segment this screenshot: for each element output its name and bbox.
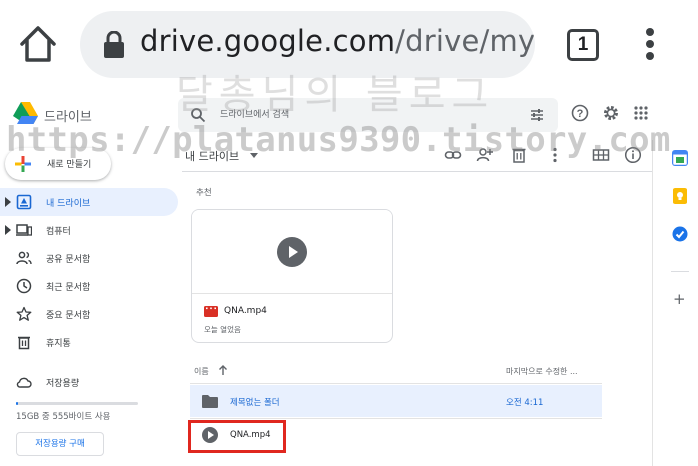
side-panel-divider [671,271,689,272]
play-icon [277,237,307,267]
storage-usage-bar [16,402,138,405]
search-bar[interactable] [178,98,558,132]
suggested-file-card[interactable]: QNA.mp4 오늘 열었음 [191,209,393,343]
location-title[interactable]: 내 드라이브 [185,148,239,164]
side-apps-panel: + [652,140,698,466]
storage-usage-fill [16,402,19,405]
drive-app-title: 드라이브 [44,110,92,125]
get-link-icon[interactable] [444,146,462,164]
main-content: 내 드라이브 추천 QNA.mp4 오늘 열었음 이름 마지막으로 수정한 ..… [182,140,652,466]
home-icon [20,26,56,62]
settings-gear-icon[interactable] [602,104,620,122]
google-drive-logo-icon[interactable] [13,102,38,124]
sidebar-item-label: 저장용량 [46,379,80,389]
folder-icon [202,395,218,408]
url-path: /drive/my· [395,24,535,58]
lock-icon [104,31,124,58]
trash-icon[interactable] [510,146,528,164]
new-button[interactable]: 새로 만들기 [5,148,111,180]
buy-storage-button[interactable]: 저장용량 구매 [16,432,104,456]
search-input[interactable] [220,98,510,132]
sidebar-item-label: 휴지통 [46,339,71,349]
tab-switcher-button[interactable]: 1 [567,29,599,61]
sidebar-item-starred[interactable]: 중요 문서함 [0,300,178,328]
new-button-label: 새로 만들기 [47,160,92,170]
arrow-up-icon[interactable] [218,364,228,376]
toolbar-divider [182,171,652,172]
address-bar[interactable]: drive.google.com/drive/my· [80,11,535,78]
storage-usage-text: 15GB 중 555바이트 사용 [16,412,111,422]
sidebar-item-trash[interactable]: 휴지통 [0,328,178,356]
trash-icon [18,336,30,350]
sidebar-item-label: 컴퓨터 [46,227,71,237]
column-header-modified[interactable]: 마지막으로 수정한 ... [506,366,578,377]
video-file-icon [204,306,218,317]
sidebar-item-my-drive[interactable]: 내 드라이브 [0,188,178,216]
more-vert-icon[interactable] [546,146,564,164]
chevron-down-icon[interactable] [250,153,258,158]
table-row[interactable]: 제목없는 폴더 오전 4:11 [190,385,602,417]
row-file-name: QNA.mp4 [230,430,271,440]
sidebar-item-computers[interactable]: 컴퓨터 [0,216,178,244]
url-host: drive.google.com [140,24,396,58]
search-options-icon[interactable] [529,107,545,123]
card-subtitle: 오늘 열었음 [204,325,241,334]
caret-right-icon[interactable] [5,225,11,235]
add-addon-plus-icon[interactable]: + [673,290,686,308]
share-add-person-icon[interactable] [476,146,494,164]
apps-grid-icon[interactable] [632,104,650,122]
computer-icon [16,224,32,236]
my-drive-icon [16,194,32,210]
cloud-icon [16,377,32,388]
caret-right-icon[interactable] [5,197,11,207]
sidebar-item-label: 최근 문서함 [46,283,91,293]
grid-view-icon[interactable] [592,146,610,164]
video-play-icon [202,427,218,443]
sidebar-item-label: 중요 문서함 [46,311,91,321]
suggested-section-label: 추천 [196,188,212,198]
home-button[interactable] [16,20,60,68]
drive-header: 드라이브 ? [0,92,698,140]
sidebar-item-label: 공유 문서함 [46,255,91,265]
help-icon[interactable]: ? [571,104,589,122]
shared-icon [16,251,32,265]
sidebar-item-shared[interactable]: 공유 문서함 [0,244,178,272]
tasks-icon[interactable] [672,226,688,242]
browser-menu-icon[interactable] [640,28,660,62]
left-sidebar: 새로 만들기 내 드라이브 컴퓨터 공유 문서함 최근 문서함 중요 문서함 휴… [0,140,182,466]
sidebar-item-storage[interactable]: 저장용량 [0,368,178,396]
browser-toolbar: drive.google.com/drive/my· 1 [0,0,698,92]
sidebar-item-recent[interactable]: 최근 문서함 [0,272,178,300]
row-file-name: 제목없는 폴더 [230,398,280,408]
table-row[interactable]: QNA.mp4 [190,419,602,451]
calendar-icon[interactable] [672,150,688,166]
recent-clock-icon [16,278,32,294]
search-icon[interactable] [190,107,206,123]
row-modified-time: 오전 4:11 [506,398,544,408]
column-header-name[interactable]: 이름 [194,366,209,377]
keep-icon[interactable] [672,188,688,204]
star-icon [16,306,32,321]
sidebar-item-label: 내 드라이브 [46,199,91,209]
file-thumbnail [192,210,392,294]
card-file-name: QNA.mp4 [224,306,267,316]
info-icon[interactable] [624,146,642,164]
row-divider [190,383,602,384]
url-text: drive.google.com/drive/my· [140,24,535,58]
plus-icon [15,156,31,172]
svg-text:?: ? [577,108,584,120]
